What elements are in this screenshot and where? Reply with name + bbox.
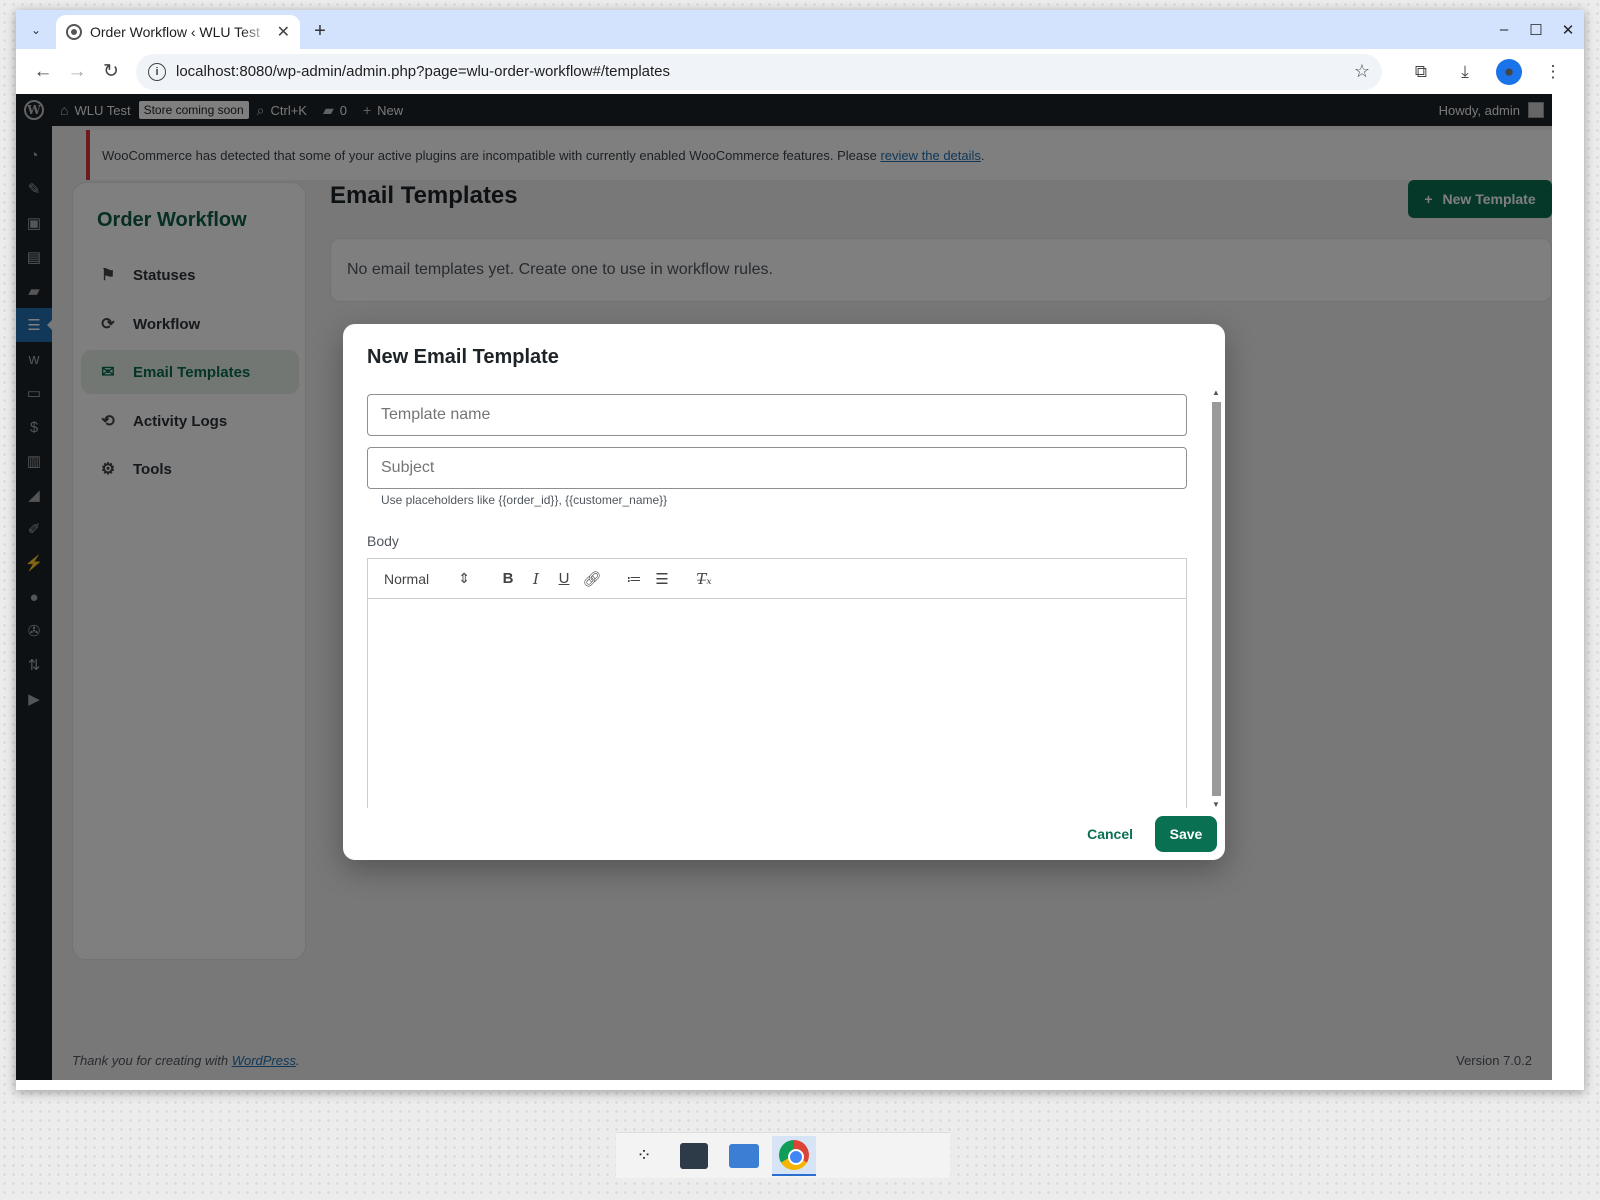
placeholder-hint: Use placeholders like {{order_id}}, {{cu… — [381, 493, 668, 507]
modal-body: Use placeholders like {{order_id}}, {{cu… — [367, 394, 1187, 808]
new-tab-icon[interactable]: + — [308, 19, 332, 43]
save-button[interactable]: Save — [1155, 816, 1217, 852]
minimize-icon[interactable]: – — [1488, 10, 1520, 49]
bold-icon[interactable]: B — [494, 567, 522, 591]
select-arrows-icon: ⇕ — [458, 570, 470, 586]
underline-icon[interactable]: U — [550, 567, 578, 591]
scroll-up-icon[interactable]: ▲ — [1210, 388, 1222, 398]
reload-icon[interactable]: ↻ — [94, 55, 128, 89]
profile-icon[interactable]: ● — [1496, 58, 1522, 85]
italic-icon[interactable]: I — [522, 567, 550, 591]
url-text: localhost:8080/wp-admin/admin.php?page=w… — [176, 63, 671, 80]
tab-strip: ⌄ Order Workflow ‹ WLU Test ✕ + – ☐ ✕ — [16, 10, 1584, 49]
taskbar: ⁘ — [616, 1132, 950, 1178]
modal-scrollbar[interactable]: ▲ ▼ — [1210, 388, 1222, 810]
browser-toolbar: ← → ↻ i localhost:8080/wp-admin/admin.ph… — [16, 49, 1584, 94]
format-select[interactable]: Normal ⇕ — [384, 570, 470, 587]
files-app-icon[interactable] — [722, 1136, 766, 1176]
scroll-thumb[interactable] — [1212, 402, 1221, 796]
browser-window: ⌄ Order Workflow ‹ WLU Test ✕ + – ☐ ✕ ← … — [16, 10, 1584, 1090]
extensions-icon[interactable]: ⧉ — [1408, 59, 1434, 85]
close-window-icon[interactable]: ✕ — [1552, 10, 1584, 49]
maximize-icon[interactable]: ☐ — [1520, 10, 1552, 49]
favicon-icon — [66, 24, 82, 40]
cancel-button[interactable]: Cancel — [1075, 818, 1145, 850]
body-editor-area[interactable] — [368, 599, 1186, 808]
menu-kebab-icon[interactable]: ⋮ — [1540, 59, 1566, 85]
tab-search-chevron-icon[interactable]: ⌄ — [24, 18, 48, 42]
download-icon[interactable]: ⤓ — [1452, 59, 1478, 85]
new-email-template-modal: New Email Template Use placeholders like… — [343, 324, 1225, 860]
ordered-list-icon[interactable]: ≔ — [620, 567, 648, 591]
browser-tab[interactable]: Order Workflow ‹ WLU Test ✕ — [56, 15, 300, 49]
rich-text-editor: Normal ⇕ B I U 🔗︎ ≔ ☰ T̶ₓ — [367, 558, 1187, 808]
subject-input[interactable] — [367, 447, 1187, 489]
link-icon[interactable]: 🔗︎ — [578, 567, 606, 591]
chrome-app-icon[interactable] — [772, 1135, 816, 1176]
bullet-list-icon[interactable]: ☰ — [648, 567, 676, 591]
forward-icon[interactable]: → — [60, 55, 94, 89]
editor-toolbar: Normal ⇕ B I U 🔗︎ ≔ ☰ T̶ₓ — [368, 559, 1186, 599]
toolbar-icons: ⧉ ⤓ ● ⋮ — [1408, 58, 1566, 85]
modal-footer: Cancel Save — [1075, 816, 1217, 852]
bookmark-star-icon[interactable]: ☆ — [1354, 61, 1370, 82]
terminal-app-icon[interactable] — [672, 1136, 716, 1176]
back-icon[interactable]: ← — [26, 55, 60, 89]
address-bar[interactable]: i localhost:8080/wp-admin/admin.php?page… — [136, 53, 1382, 90]
window-controls: – ☐ ✕ — [1488, 10, 1584, 49]
site-info-icon[interactable]: i — [148, 62, 166, 81]
body-label: Body — [367, 533, 399, 549]
clear-format-icon[interactable]: T̶ₓ — [690, 567, 718, 591]
launcher-icon[interactable]: ⁘ — [622, 1136, 666, 1176]
tab-close-icon[interactable]: ✕ — [277, 22, 290, 42]
scroll-down-icon[interactable]: ▼ — [1210, 800, 1222, 810]
tab-title: Order Workflow ‹ WLU Test — [90, 24, 260, 40]
page-viewport: W ⌂ WLU Test Store coming soon ⌕ Ctrl+K … — [16, 94, 1552, 1080]
template-name-input[interactable] — [367, 394, 1187, 436]
modal-title: New Email Template — [367, 346, 559, 368]
